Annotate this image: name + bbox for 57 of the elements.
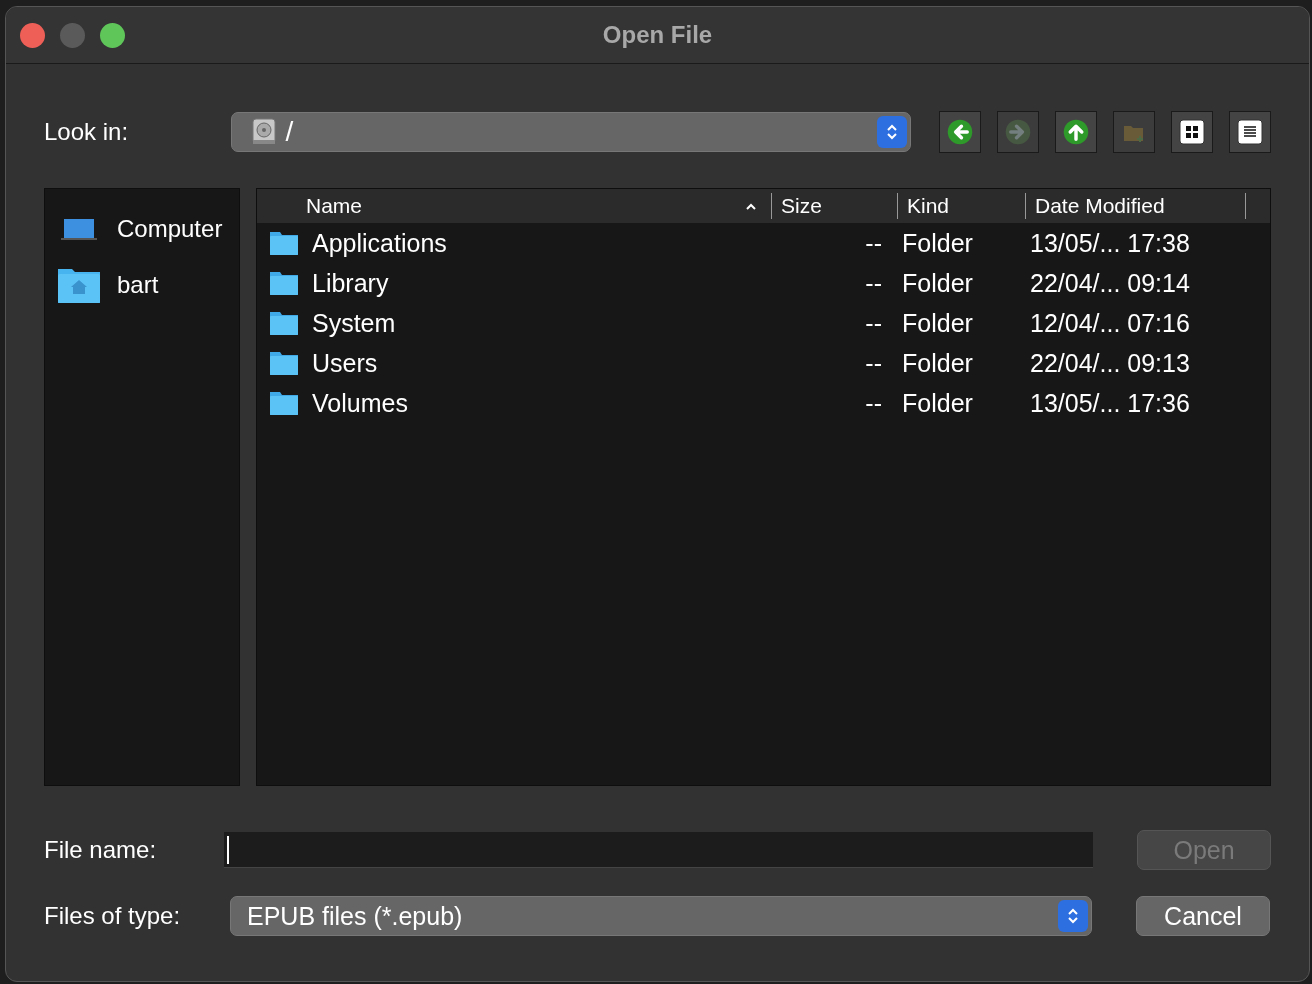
folder-icon (269, 270, 299, 296)
column-header[interactable]: Kind (898, 193, 1026, 219)
file-date: 13/05/... 17:38 (1030, 228, 1190, 257)
look-in-path: / (285, 116, 295, 148)
back-button[interactable] (939, 111, 981, 153)
column-header[interactable]: Date Modified (1026, 193, 1246, 219)
file-name: Library (312, 268, 389, 298)
sidebar-item[interactable]: Computer (45, 201, 239, 257)
icon-view-button[interactable] (1171, 111, 1213, 153)
file-date: 12/04/... 07:16 (1030, 308, 1190, 337)
file-name: System (312, 308, 396, 338)
grid-view-icon (1179, 119, 1205, 145)
column-header[interactable]: Name (257, 193, 772, 219)
list-view-button[interactable] (1229, 111, 1271, 153)
file-name: Applications (312, 228, 447, 258)
file-kind: Folder (902, 348, 973, 377)
file-kind: Folder (902, 268, 973, 297)
zoom-button[interactable] (100, 22, 125, 48)
close-button[interactable] (20, 22, 45, 48)
file-kind: Folder (902, 388, 973, 417)
dropdown-stepper-icon (1058, 900, 1088, 932)
dropdown-stepper-icon (877, 116, 907, 148)
file-name: Users (312, 348, 378, 378)
home-folder-icon (57, 266, 101, 304)
window-title: Open File (602, 21, 713, 49)
file-size: -- (865, 228, 882, 257)
file-kind: Folder (902, 308, 973, 337)
cancel-button[interactable]: Cancel (1136, 896, 1270, 936)
file-name: Volumes (312, 388, 408, 418)
file-size: -- (865, 268, 882, 297)
up-button[interactable] (1055, 111, 1097, 153)
file-row[interactable]: Users -- Folder 22/04/... 09:13 (257, 343, 1270, 383)
file-date: 22/04/... 09:14 (1030, 268, 1190, 297)
file-name-field[interactable] (223, 832, 1094, 868)
file-type-label: Files of type: (44, 902, 182, 930)
file-row[interactable]: System -- Folder 12/04/... 07:16 (257, 303, 1270, 343)
file-kind: Folder (902, 228, 973, 257)
file-row[interactable]: Applications -- Folder 13/05/... 17:38 (257, 223, 1270, 263)
file-size: -- (865, 348, 882, 377)
file-name-label: File name: (44, 836, 158, 864)
folder-icon (269, 230, 299, 256)
look-in-dropdown[interactable]: / (230, 112, 911, 152)
folder-icon (269, 390, 299, 416)
look-in-label: Look in: (44, 118, 130, 146)
file-type-dropdown[interactable]: EPUB files (*.epub) (230, 896, 1092, 936)
sidebar-item[interactable]: bart (45, 257, 239, 313)
file-row[interactable]: Library -- Folder 22/04/... 09:14 (257, 263, 1270, 303)
file-date: 22/04/... 09:13 (1030, 348, 1190, 377)
folder-icon (269, 310, 299, 336)
file-type-value: EPUB files (*.epub) (247, 901, 464, 931)
column-header[interactable]: Size (772, 193, 898, 219)
file-size: -- (865, 388, 882, 417)
list-view-icon (1237, 119, 1263, 145)
file-date: 13/05/... 17:36 (1030, 388, 1190, 417)
folder-icon (269, 350, 299, 376)
file-row[interactable]: Volumes -- Folder 13/05/... 17:36 (257, 383, 1270, 423)
file-size: -- (865, 308, 882, 337)
